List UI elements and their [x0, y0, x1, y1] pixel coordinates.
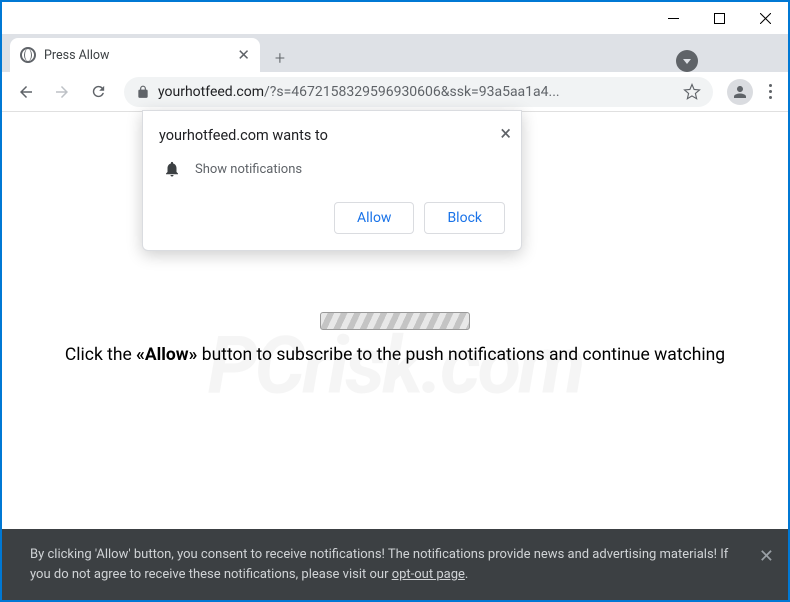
footer-close-icon[interactable]: ✕: [759, 543, 774, 570]
tab-title: Press Allow: [44, 48, 229, 63]
permission-body: Show notifications: [195, 162, 302, 177]
block-button[interactable]: Block: [424, 202, 505, 234]
browser-tab[interactable]: Press Allow ✕: [10, 38, 260, 72]
page-instruction: Click the «Allow» button to subscribe to…: [2, 344, 788, 365]
address-bar[interactable]: yourhotfeed.com/?s=4672158329596930606&s…: [124, 77, 713, 107]
lock-icon: [136, 85, 150, 99]
loading-bar: [320, 312, 470, 330]
allow-button[interactable]: Allow: [334, 202, 414, 234]
back-button[interactable]: [10, 76, 42, 108]
forward-button: [46, 76, 78, 108]
new-tab-button[interactable]: +: [266, 44, 294, 72]
window-titlebar: [2, 2, 788, 34]
tab-strip: Press Allow ✕ +: [2, 34, 788, 72]
dialog-close-icon[interactable]: ×: [500, 121, 511, 145]
notification-permission-dialog: × yourhotfeed.com wants to Show notifica…: [142, 110, 522, 251]
close-window-button[interactable]: [742, 2, 788, 34]
permission-title: yourhotfeed.com wants to: [159, 127, 505, 144]
globe-icon: [20, 47, 36, 63]
footer-text: By clicking 'Allow' button, you consent …: [30, 547, 728, 582]
minimize-button[interactable]: [650, 2, 696, 34]
tab-close-icon[interactable]: ✕: [237, 46, 250, 64]
page-content: PCrisk.com × yourhotfeed.com wants to Sh…: [2, 112, 788, 600]
media-control-icon[interactable]: [676, 50, 698, 72]
browser-toolbar: yourhotfeed.com/?s=4672158329596930606&s…: [2, 72, 788, 112]
opt-out-link[interactable]: opt-out page: [392, 567, 465, 582]
url-text: yourhotfeed.com/?s=4672158329596930606&s…: [158, 84, 675, 100]
reload-button[interactable]: [82, 76, 114, 108]
consent-footer: ✕ By clicking 'Allow' button, you consen…: [2, 529, 788, 600]
browser-menu-button[interactable]: [761, 84, 780, 99]
bell-icon: [163, 160, 181, 178]
profile-avatar[interactable]: [727, 79, 753, 105]
bookmark-star-icon[interactable]: [683, 83, 701, 101]
maximize-button[interactable]: [696, 2, 742, 34]
watermark: PCrisk.com: [207, 318, 582, 412]
